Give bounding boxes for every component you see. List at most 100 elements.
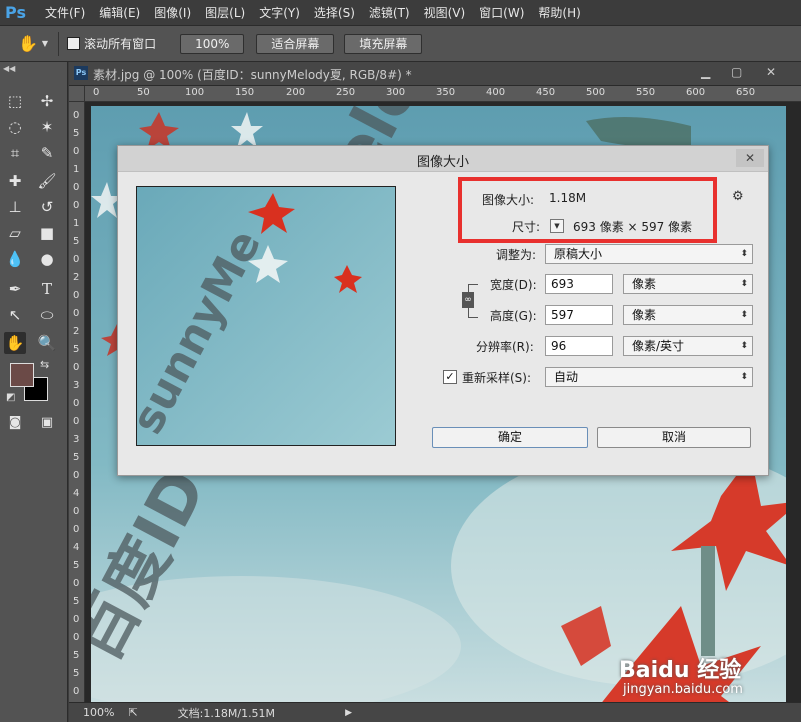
resolution-unit-select[interactable]: 像素/英寸 ⬍: [623, 336, 753, 356]
marquee-tool-icon[interactable]: ⬚: [4, 90, 26, 112]
ruler-left-label: 2: [73, 326, 80, 337]
status-menu-arrow-icon[interactable]: ▶: [345, 708, 352, 718]
foreground-color-swatch[interactable]: [10, 363, 34, 387]
settings-gear-icon[interactable]: ⚙: [732, 189, 744, 204]
default-colors-icon[interactable]: ◩: [6, 392, 15, 403]
ellipse-tool-icon[interactable]: ⬭: [36, 304, 58, 326]
swap-colors-icon[interactable]: ⇆: [40, 358, 49, 371]
zoom-100-button[interactable]: 100%: [180, 33, 245, 54]
export-icon[interactable]: ⇱: [128, 706, 137, 719]
constrain-bracket-bottom: [468, 306, 478, 318]
resolution-unit-value: 像素/英寸: [632, 339, 685, 353]
zoom-level[interactable]: 100%: [83, 706, 114, 719]
eraser-tool-icon[interactable]: ▱: [4, 222, 26, 244]
history-brush-tool-icon[interactable]: ↺: [36, 196, 58, 218]
menu-filter[interactable]: 滤镜(T): [369, 4, 410, 21]
image-size-dialog: 图像大小 ✕ sunnyMe 图像大小: 1.18M 尺寸: ▼ 693 像素 …: [117, 145, 769, 476]
highlight-box: [458, 177, 717, 243]
hand-tool-icon[interactable]: ✋: [18, 34, 38, 53]
ruler-left-label: 0: [73, 398, 80, 409]
ruler-left-label: 0: [73, 578, 80, 589]
width-unit-value: 像素: [632, 277, 657, 291]
ruler-corner: [69, 86, 85, 102]
ruler-top-label: 400: [486, 87, 506, 98]
ruler-left-label: 0: [73, 290, 80, 301]
ruler-top-label: 350: [436, 87, 456, 98]
ruler-left-label: 5: [73, 128, 80, 139]
dialog-title: 图像大小: [416, 155, 469, 170]
menu-help[interactable]: 帮助(H): [538, 4, 580, 21]
ruler-left-label: 5: [73, 668, 80, 679]
lasso-tool-icon[interactable]: ◌: [4, 116, 26, 138]
menu-type[interactable]: 文字(Y): [259, 4, 300, 21]
menu-select[interactable]: 选择(S): [314, 4, 355, 21]
image-preview[interactable]: sunnyMe: [136, 186, 396, 446]
menu-view[interactable]: 视图(V): [424, 4, 466, 21]
resolution-input[interactable]: 96: [545, 336, 613, 356]
ok-button[interactable]: 确定: [432, 427, 588, 448]
ruler-left-label: 4: [73, 488, 80, 499]
blur-tool-icon[interactable]: 💧: [4, 248, 26, 270]
move-tool-icon[interactable]: ✢: [36, 90, 58, 112]
resample-select[interactable]: 自动 ⬍: [545, 367, 753, 387]
resample-label: 重新采样(S):: [462, 371, 532, 385]
healing-brush-tool-icon[interactable]: ✚: [4, 170, 26, 192]
zoom-tool-icon[interactable]: 🔍: [36, 332, 58, 354]
type-tool-icon[interactable]: T: [36, 278, 58, 300]
select-arrows-icon: ⬍: [740, 249, 748, 259]
pen-tool-icon[interactable]: ✒: [4, 278, 26, 300]
dodge-tool-icon[interactable]: ●: [36, 248, 58, 270]
dialog-titlebar[interactable]: 图像大小 ✕: [118, 146, 768, 172]
hand-tool-active-icon[interactable]: ✋: [4, 332, 26, 354]
maximize-window-icon[interactable]: ▢: [731, 65, 742, 79]
resample-value: 自动: [554, 370, 579, 384]
height-unit-select[interactable]: 像素 ⬍: [623, 305, 753, 325]
select-arrows-icon: ⬍: [740, 310, 748, 320]
fit-screen-button[interactable]: 适合屏幕: [256, 33, 335, 54]
ruler-top-label: 550: [636, 87, 656, 98]
menu-edit[interactable]: 编辑(E): [99, 4, 140, 21]
document-tab[interactable]: Ps 素材.jpg @ 100% (百度ID：sunnyMelody夏, RGB…: [69, 62, 801, 86]
ruler-left-label: 0: [73, 254, 80, 265]
scroll-all-windows-checkbox[interactable]: [67, 37, 81, 50]
dialog-close-button[interactable]: ✕: [736, 149, 764, 167]
select-arrows-icon: ⬍: [740, 341, 748, 351]
status-bar: 100% ⇱ 文档:1.18M/1.51M ▶: [69, 702, 801, 722]
width-input[interactable]: 693: [545, 274, 613, 294]
menu-file[interactable]: 文件(F): [45, 4, 85, 21]
ruler-top-label: 200: [286, 87, 306, 98]
ruler-top-label: 500: [586, 87, 606, 98]
close-window-icon[interactable]: ✕: [766, 65, 776, 79]
width-unit-select[interactable]: 像素 ⬍: [623, 274, 753, 294]
ruler-left-label: 0: [73, 470, 80, 481]
horizontal-ruler[interactable]: 0 50 100 150 200 250 300 350 400 450 500…: [85, 86, 801, 102]
vertical-ruler[interactable]: 0 5 0 1 0 0 1 5 0 2 0 0 2 5 0 3 0 0 3 5 0 4 0 0 4 5 0 5 0 0 5 5 0: [69, 102, 85, 702]
cancel-button[interactable]: 取消: [597, 427, 751, 448]
ruler-left-label: 0: [73, 686, 80, 697]
ruler-top-label: 450: [536, 87, 556, 98]
quick-mask-icon[interactable]: ◙: [4, 412, 26, 434]
screen-mode-icon[interactable]: ▣: [36, 412, 58, 434]
eyedropper-tool-icon[interactable]: ✎: [36, 142, 58, 164]
ruler-left-label: 0: [73, 362, 80, 373]
crop-tool-icon[interactable]: ⌗: [4, 142, 26, 164]
minimize-window-icon[interactable]: ▁: [701, 65, 710, 79]
ruler-left-label: 1: [73, 218, 80, 229]
menu-window[interactable]: 窗口(W): [479, 4, 524, 21]
width-label: 宽度(D):: [490, 278, 537, 292]
resample-checkbox[interactable]: ✓: [443, 370, 457, 384]
ruler-top-label: 250: [336, 87, 356, 98]
gradient-tool-icon[interactable]: ■: [36, 222, 58, 244]
path-selection-tool-icon[interactable]: ↖: [4, 304, 26, 326]
magic-wand-tool-icon[interactable]: ✶: [36, 116, 58, 138]
tool-preset-chevron-icon[interactable]: ▼: [42, 39, 48, 48]
height-input[interactable]: 597: [545, 305, 613, 325]
clone-stamp-tool-icon[interactable]: ⊥: [4, 196, 26, 218]
panel-collapse-icon[interactable]: ◀◀: [3, 64, 15, 73]
brush-tool-icon[interactable]: 🖌: [36, 170, 58, 192]
fill-screen-button[interactable]: 填充屏幕: [344, 33, 423, 54]
ruler-top-label: 100: [185, 87, 205, 98]
menu-image[interactable]: 图像(I): [154, 4, 191, 21]
menu-layer[interactable]: 图层(L): [205, 4, 245, 21]
fit-to-select[interactable]: 原稿大小 ⬍: [545, 244, 753, 264]
